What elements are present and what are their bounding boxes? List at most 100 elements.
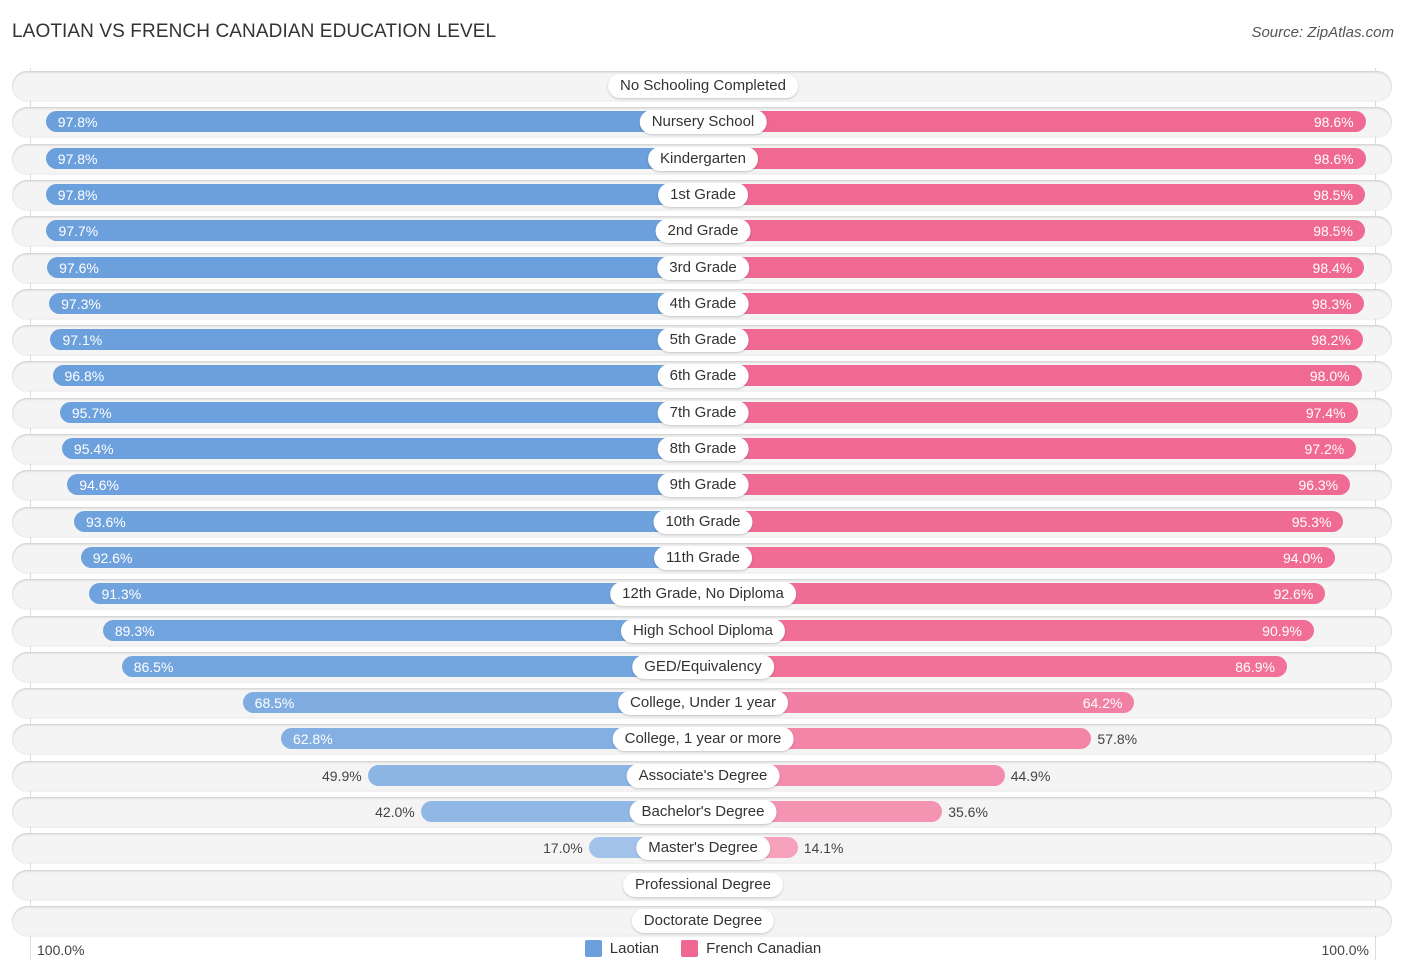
- category-label: 9th Grade: [657, 473, 749, 498]
- category-label: 10th Grade: [653, 509, 753, 534]
- bar-french-canadian[interactable]: [703, 546, 1335, 568]
- row-ged-equivalency: 86.5% 86.9% GED/Equivalency: [12, 651, 1392, 682]
- value-label-french-canadian: 98.4%: [1312, 259, 1353, 276]
- bar-french-canadian[interactable]: [703, 583, 1326, 605]
- category-label: 2nd Grade: [655, 219, 751, 244]
- value-label-laotian: 17.0%: [543, 840, 583, 857]
- bar-laotian[interactable]: [45, 183, 703, 205]
- category-label: 4th Grade: [657, 291, 749, 316]
- row-college-under-1-year: 68.5% 64.2% College, Under 1 year: [12, 688, 1392, 719]
- value-label-french-canadian: 64.2%: [1082, 695, 1123, 712]
- category-label: GED/Equivalency: [632, 654, 774, 679]
- bar-french-canadian[interactable]: [703, 292, 1364, 314]
- category-label: Kindergarten: [648, 146, 758, 171]
- row-4th-grade: 97.3% 98.3% 4th Grade: [12, 288, 1392, 319]
- category-label: No Schooling Completed: [608, 74, 798, 98]
- value-label-french-canadian: 97.2%: [1304, 441, 1345, 457]
- category-label: 1st Grade: [658, 182, 748, 207]
- row-3rd-grade: 97.6% 98.4% 3rd Grade: [12, 252, 1392, 283]
- value-label-laotian: 49.9%: [321, 767, 362, 784]
- chart-title: LAOTIAN VS FRENCH CANADIAN EDUCATION LEV…: [12, 21, 497, 42]
- bar-laotian[interactable]: [67, 474, 703, 496]
- bar-laotian[interactable]: [45, 111, 703, 133]
- row-12th-grade-no-diploma: 91.3% 92.6% 12th Grade, No Diploma: [12, 579, 1392, 610]
- legend-swatch-laotian: [584, 940, 602, 957]
- value-label-laotian: 97.6%: [59, 259, 99, 276]
- value-label-laotian: 94.6%: [79, 477, 119, 494]
- bar-laotian[interactable]: [50, 329, 703, 351]
- row-1st-grade: 97.8% 98.5% 1st Grade: [12, 179, 1392, 210]
- source-label: Source: ZipAtlas.com: [1251, 24, 1394, 41]
- bar-laotian[interactable]: [46, 220, 703, 242]
- bar-french-canadian[interactable]: [703, 220, 1365, 242]
- value-label-laotian: 91.3%: [101, 586, 142, 603]
- bar-laotian[interactable]: [61, 438, 703, 459]
- value-label-laotian: 97.1%: [62, 332, 103, 349]
- bar-laotian[interactable]: [47, 256, 703, 278]
- bar-french-canadian[interactable]: [703, 256, 1365, 278]
- bar-french-canadian[interactable]: [703, 365, 1362, 387]
- bar-french-canadian[interactable]: [703, 510, 1344, 532]
- value-label-french-canadian: 94.0%: [1282, 549, 1323, 566]
- value-label-laotian: 97.7%: [58, 223, 99, 240]
- bar-laotian[interactable]: [45, 147, 703, 169]
- value-label-french-canadian: 97.4%: [1305, 404, 1346, 421]
- bar-french-canadian[interactable]: [703, 474, 1351, 496]
- category-label: 3rd Grade: [657, 255, 749, 280]
- bar-french-canadian[interactable]: [703, 111, 1366, 133]
- row-7th-grade: 95.7% 97.4% 7th Grade: [12, 397, 1392, 428]
- legend-label: Laotian: [609, 940, 659, 957]
- value-label-french-canadian: 96.3%: [1298, 477, 1339, 494]
- legend-item-french-canadian[interactable]: French Canadian: [681, 940, 821, 957]
- bar-laotian[interactable]: [121, 655, 703, 677]
- category-label: 5th Grade: [657, 328, 749, 353]
- value-label-french-canadian: 35.6%: [948, 804, 988, 820]
- value-label-french-canadian: 98.3%: [1311, 295, 1352, 312]
- row-10th-grade: 93.6% 95.3% 10th Grade: [12, 506, 1392, 537]
- value-label-laotian: 97.8%: [57, 186, 98, 203]
- value-label-french-canadian: 44.9%: [1010, 767, 1051, 784]
- bar-laotian[interactable]: [52, 365, 703, 387]
- row-bachelor-s-degree: 42.0% 35.6% Bachelor's Degree: [12, 797, 1392, 827]
- legend-label: French Canadian: [706, 940, 822, 957]
- bar-laotian[interactable]: [49, 292, 703, 314]
- bar-french-canadian[interactable]: [703, 147, 1366, 169]
- row-5th-grade: 97.1% 98.2% 5th Grade: [12, 325, 1392, 356]
- value-label-french-canadian: 98.2%: [1311, 332, 1351, 349]
- bar-french-canadian[interactable]: [703, 401, 1358, 423]
- bar-laotian[interactable]: [102, 619, 703, 641]
- value-label-laotian: 62.8%: [292, 731, 333, 748]
- category-label: 11th Grade: [654, 545, 752, 570]
- category-label: Bachelor's Degree: [629, 800, 777, 824]
- bar-laotian[interactable]: [80, 546, 703, 568]
- bar-french-canadian[interactable]: [703, 619, 1314, 641]
- category-label: 7th Grade: [657, 400, 749, 425]
- bar-french-canadian[interactable]: [703, 655, 1287, 677]
- value-label-laotian: 92.6%: [92, 549, 133, 566]
- row-kindergarten: 97.8% 98.6% Kindergarten: [12, 143, 1392, 174]
- bar-laotian[interactable]: [74, 510, 703, 532]
- bar-french-canadian[interactable]: [703, 183, 1365, 205]
- value-label-french-canadian: 92.6%: [1273, 586, 1314, 603]
- value-label-laotian: 42.0%: [375, 804, 415, 820]
- value-label-french-canadian: 90.9%: [1262, 622, 1302, 639]
- row-11th-grade: 92.6% 94.0% 11th Grade: [12, 542, 1392, 573]
- bar-french-canadian[interactable]: [703, 329, 1363, 351]
- row-doctorate-degree: 2.3%1.8%Doctorate Degree: [12, 905, 1392, 936]
- value-label-laotian: 95.4%: [73, 441, 114, 457]
- bar-laotian[interactable]: [59, 401, 703, 423]
- value-label-laotian: 86.5%: [133, 658, 174, 675]
- chart-area: 2.2%1.5%No Schooling Completed 97.8% 98.6%…: [0, 68, 1406, 938]
- bar-french-canadian[interactable]: [703, 438, 1357, 459]
- value-label-laotian: 96.8%: [64, 368, 105, 385]
- category-label: Doctorate Degree: [631, 908, 775, 933]
- value-label-french-canadian: 98.6%: [1313, 150, 1354, 167]
- legend-item-laotian[interactable]: Laotian: [584, 940, 659, 957]
- value-label-french-canadian: 98.5%: [1313, 223, 1353, 240]
- category-label: 8th Grade: [657, 437, 749, 461]
- value-label-french-canadian: 57.8%: [1097, 731, 1138, 748]
- row-high-school-diploma: 89.3% 90.9% High School Diploma: [12, 615, 1392, 646]
- row-2nd-grade: 97.7% 98.5% 2nd Grade: [12, 216, 1392, 247]
- row-associate-s-degree: 49.9% 44.9% Associate's Degree: [12, 760, 1392, 791]
- category-label: College, Under 1 year: [618, 691, 788, 716]
